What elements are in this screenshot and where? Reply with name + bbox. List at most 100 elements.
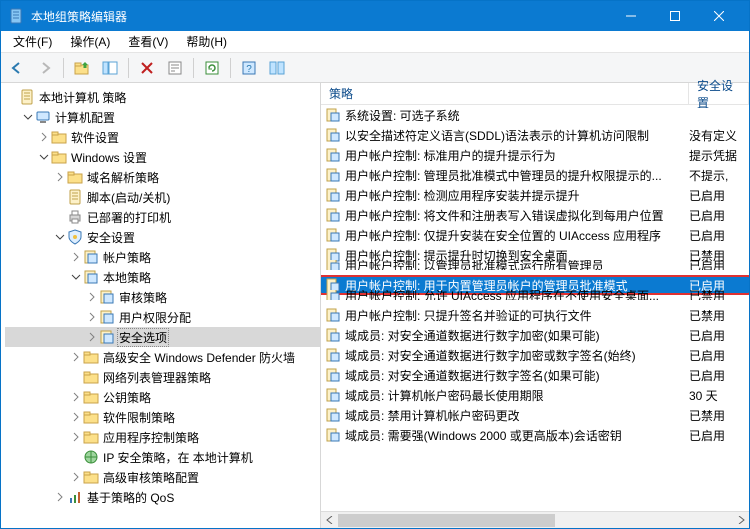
scroll-track[interactable] bbox=[338, 512, 732, 529]
menu-help[interactable]: 帮助(H) bbox=[178, 31, 235, 52]
export-button[interactable] bbox=[265, 56, 289, 80]
twisty-icon[interactable] bbox=[53, 490, 67, 504]
tree-node[interactable]: 已部署的打印机 bbox=[5, 207, 320, 227]
list-row[interactable]: 系统设置: 可选子系统 bbox=[321, 105, 749, 125]
list-row[interactable]: 用户帐户控制: 允许 UIAccess 应用程序在不使用安全桌面...已禁用 bbox=[321, 290, 749, 300]
twisty-icon[interactable] bbox=[69, 390, 83, 404]
twisty-icon[interactable] bbox=[5, 90, 19, 104]
twisty-icon[interactable] bbox=[85, 290, 99, 304]
menu-file[interactable]: 文件(F) bbox=[5, 31, 60, 52]
twisty-icon[interactable] bbox=[85, 330, 99, 344]
tree-node[interactable]: IP 安全策略，在 本地计算机 bbox=[5, 447, 320, 467]
twisty-icon[interactable] bbox=[69, 430, 83, 444]
folder-icon bbox=[83, 349, 99, 365]
maximize-button[interactable] bbox=[653, 1, 697, 31]
scroll-left-button[interactable] bbox=[321, 512, 338, 529]
twisty-icon[interactable] bbox=[53, 210, 67, 224]
policy-list[interactable]: 系统设置: 可选子系统以安全描述符定义语言(SDDL)语法表示的计算机访问限制没… bbox=[321, 105, 749, 511]
titlebar[interactable]: 本地组策略编辑器 bbox=[1, 1, 749, 31]
list-row[interactable]: 用户帐户控制: 管理员批准模式中管理员的提升权限提示的...不提示, bbox=[321, 165, 749, 185]
show-hide-tree-button[interactable] bbox=[98, 56, 122, 80]
twisty-icon[interactable] bbox=[37, 150, 51, 164]
tree-node[interactable]: 公钥策略 bbox=[5, 387, 320, 407]
tree-node[interactable]: 软件限制策略 bbox=[5, 407, 320, 427]
folder-icon bbox=[83, 429, 99, 445]
list-row[interactable]: 域成员: 对安全通道数据进行数字加密或数字签名(始终)已启用 bbox=[321, 345, 749, 365]
tree-node[interactable]: 本地策略 bbox=[5, 267, 320, 287]
gpedit-window: 本地组策略编辑器 文件(F) 操作(A) 查看(V) 帮助(H) ? 本地计算机… bbox=[0, 0, 750, 529]
tree-node[interactable]: 审核策略 bbox=[5, 287, 320, 307]
refresh-button[interactable] bbox=[200, 56, 224, 80]
policy-label: 用户帐户控制: 仅提升安装在安全位置的 UIAccess 应用程序 bbox=[345, 227, 689, 244]
horizontal-scrollbar[interactable] bbox=[321, 511, 749, 528]
tree-node[interactable]: Windows 设置 bbox=[5, 147, 320, 167]
toolbar: ? bbox=[1, 53, 749, 83]
tree-node[interactable]: 本地计算机 策略 bbox=[5, 87, 320, 107]
list-row[interactable]: 用户帐户控制: 以管理员批准模式运行所有管理员已启用 bbox=[321, 260, 749, 270]
list-row[interactable]: 用户帐户控制: 标准用户的提升提示行为提示凭据 bbox=[321, 145, 749, 165]
properties-button[interactable] bbox=[163, 56, 187, 80]
tree-pane[interactable]: 本地计算机 策略计算机配置软件设置Windows 设置域名解析策略脚本(启动/关… bbox=[1, 83, 321, 528]
menu-action[interactable]: 操作(A) bbox=[62, 31, 118, 52]
tree-node[interactable]: 高级审核策略配置 bbox=[5, 467, 320, 487]
up-button[interactable] bbox=[70, 56, 94, 80]
forward-button[interactable] bbox=[33, 56, 57, 80]
twisty-icon[interactable] bbox=[69, 470, 83, 484]
tree-node[interactable]: 应用程序控制策略 bbox=[5, 427, 320, 447]
twisty-icon[interactable] bbox=[69, 270, 83, 284]
twisty-icon[interactable] bbox=[21, 110, 35, 124]
tree-node[interactable]: 网络列表管理器策略 bbox=[5, 367, 320, 387]
tree-node[interactable]: 软件设置 bbox=[5, 127, 320, 147]
twisty-icon[interactable] bbox=[69, 450, 83, 464]
twisty-icon[interactable] bbox=[69, 350, 83, 364]
twisty-icon[interactable] bbox=[69, 370, 83, 384]
printer-icon bbox=[67, 209, 83, 225]
tree-node[interactable]: 高级安全 Windows Defender 防火墙 bbox=[5, 347, 320, 367]
back-button[interactable] bbox=[5, 56, 29, 80]
list-row[interactable]: 域成员: 计算机帐户密码最长使用期限30 天 bbox=[321, 385, 749, 405]
close-button[interactable] bbox=[697, 1, 741, 31]
policy-value: 没有定义 bbox=[689, 127, 745, 144]
list-row[interactable]: 域成员: 对安全通道数据进行数字签名(如果可能)已启用 bbox=[321, 365, 749, 385]
tree-node[interactable]: 帐户策略 bbox=[5, 247, 320, 267]
policy-item-icon bbox=[325, 407, 341, 423]
minimize-button[interactable] bbox=[609, 1, 653, 31]
tree-node[interactable]: 安全选项 bbox=[5, 327, 320, 347]
help-button[interactable]: ? bbox=[237, 56, 261, 80]
tree-node[interactable]: 域名解析策略 bbox=[5, 167, 320, 187]
tree-node[interactable]: 基于策略的 QoS bbox=[5, 487, 320, 507]
twisty-icon[interactable] bbox=[53, 170, 67, 184]
column-security[interactable]: 安全设置 bbox=[689, 83, 749, 104]
twisty-icon[interactable] bbox=[69, 410, 83, 424]
policy-label: 域成员: 禁用计算机帐户密码更改 bbox=[345, 407, 689, 424]
list-row[interactable]: 以安全描述符定义语言(SDDL)语法表示的计算机访问限制没有定义 bbox=[321, 125, 749, 145]
list-row[interactable]: 用户帐户控制: 检测应用程序安装并提示提升已启用 bbox=[321, 185, 749, 205]
column-policy[interactable]: 策略 bbox=[321, 83, 689, 104]
tree-node[interactable]: 脚本(启动/关机) bbox=[5, 187, 320, 207]
twisty-icon[interactable] bbox=[69, 250, 83, 264]
list-row[interactable]: 用户帐户控制: 将文件和注册表写入错误虚拟化到每用户位置已启用 bbox=[321, 205, 749, 225]
twisty-icon[interactable] bbox=[37, 130, 51, 144]
twisty-icon[interactable] bbox=[85, 310, 99, 324]
list-row[interactable]: 域成员: 需要强(Windows 2000 或更高版本)会话密钥已启用 bbox=[321, 425, 749, 445]
ipsec-icon bbox=[83, 449, 99, 465]
scroll-thumb[interactable] bbox=[338, 514, 555, 527]
tree-node[interactable]: 安全设置 bbox=[5, 227, 320, 247]
menu-view[interactable]: 查看(V) bbox=[120, 31, 176, 52]
list-row[interactable]: 用户帐户控制: 只提升签名并验证的可执行文件已禁用 bbox=[321, 305, 749, 325]
scroll-right-button[interactable] bbox=[732, 512, 749, 529]
twisty-icon[interactable] bbox=[53, 230, 67, 244]
list-row[interactable]: 域成员: 对安全通道数据进行数字加密(如果可能)已启用 bbox=[321, 325, 749, 345]
policy-icon bbox=[99, 309, 115, 325]
twisty-icon[interactable] bbox=[53, 190, 67, 204]
policy-value: 已启用 bbox=[689, 427, 745, 444]
tree-node[interactable]: 计算机配置 bbox=[5, 107, 320, 127]
list-row[interactable]: 用户帐户控制: 仅提升安装在安全位置的 UIAccess 应用程序已启用 bbox=[321, 225, 749, 245]
folder-icon bbox=[51, 149, 67, 165]
delete-button[interactable] bbox=[135, 56, 159, 80]
list-row[interactable]: 域成员: 禁用计算机帐户密码更改已禁用 bbox=[321, 405, 749, 425]
separator bbox=[230, 58, 231, 78]
tree-label: IP 安全策略，在 本地计算机 bbox=[103, 449, 253, 466]
tree-node[interactable]: 用户权限分配 bbox=[5, 307, 320, 327]
tree-label: 帐户策略 bbox=[103, 249, 151, 266]
